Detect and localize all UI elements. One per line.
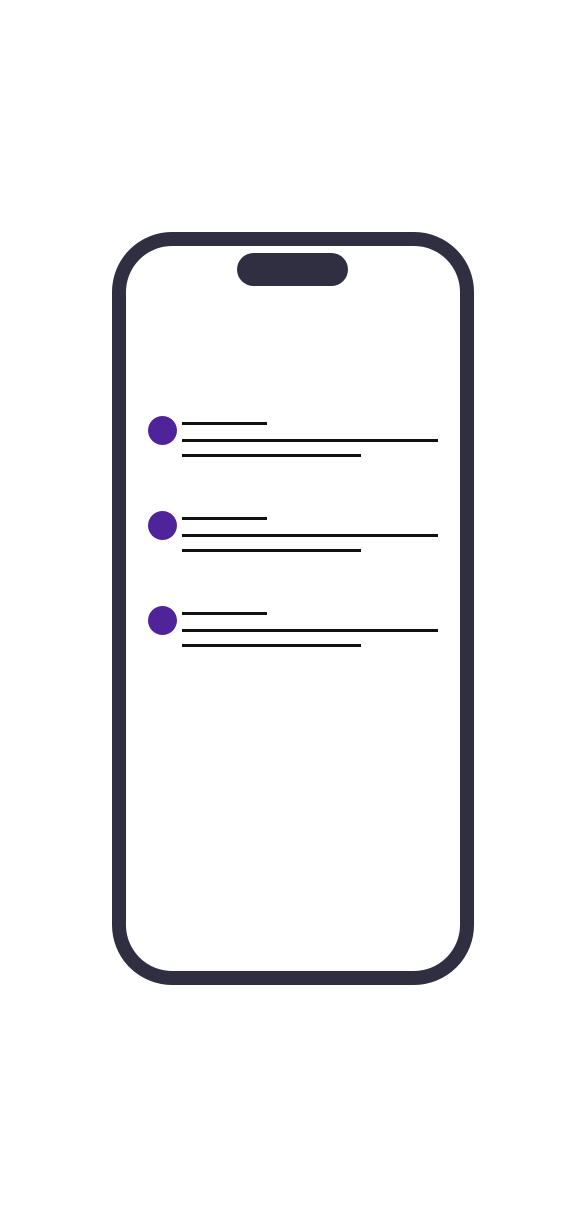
title-placeholder-line — [182, 612, 267, 615]
body-placeholder-line-short — [182, 549, 361, 552]
dynamic-island — [237, 253, 348, 286]
body-placeholder-line-short — [182, 454, 361, 457]
phone-frame — [112, 232, 474, 985]
title-placeholder-line — [182, 517, 267, 520]
message-list — [148, 416, 448, 701]
title-placeholder-line — [182, 422, 267, 425]
body-placeholder-line — [182, 439, 438, 442]
body-placeholder-line — [182, 534, 438, 537]
body-placeholder-line — [182, 629, 438, 632]
body-placeholder-line-short — [182, 644, 361, 647]
avatar — [148, 606, 177, 635]
avatar — [148, 511, 177, 540]
avatar — [148, 416, 177, 445]
list-item[interactable] — [148, 416, 448, 511]
list-item[interactable] — [148, 511, 448, 606]
list-item[interactable] — [148, 606, 448, 701]
